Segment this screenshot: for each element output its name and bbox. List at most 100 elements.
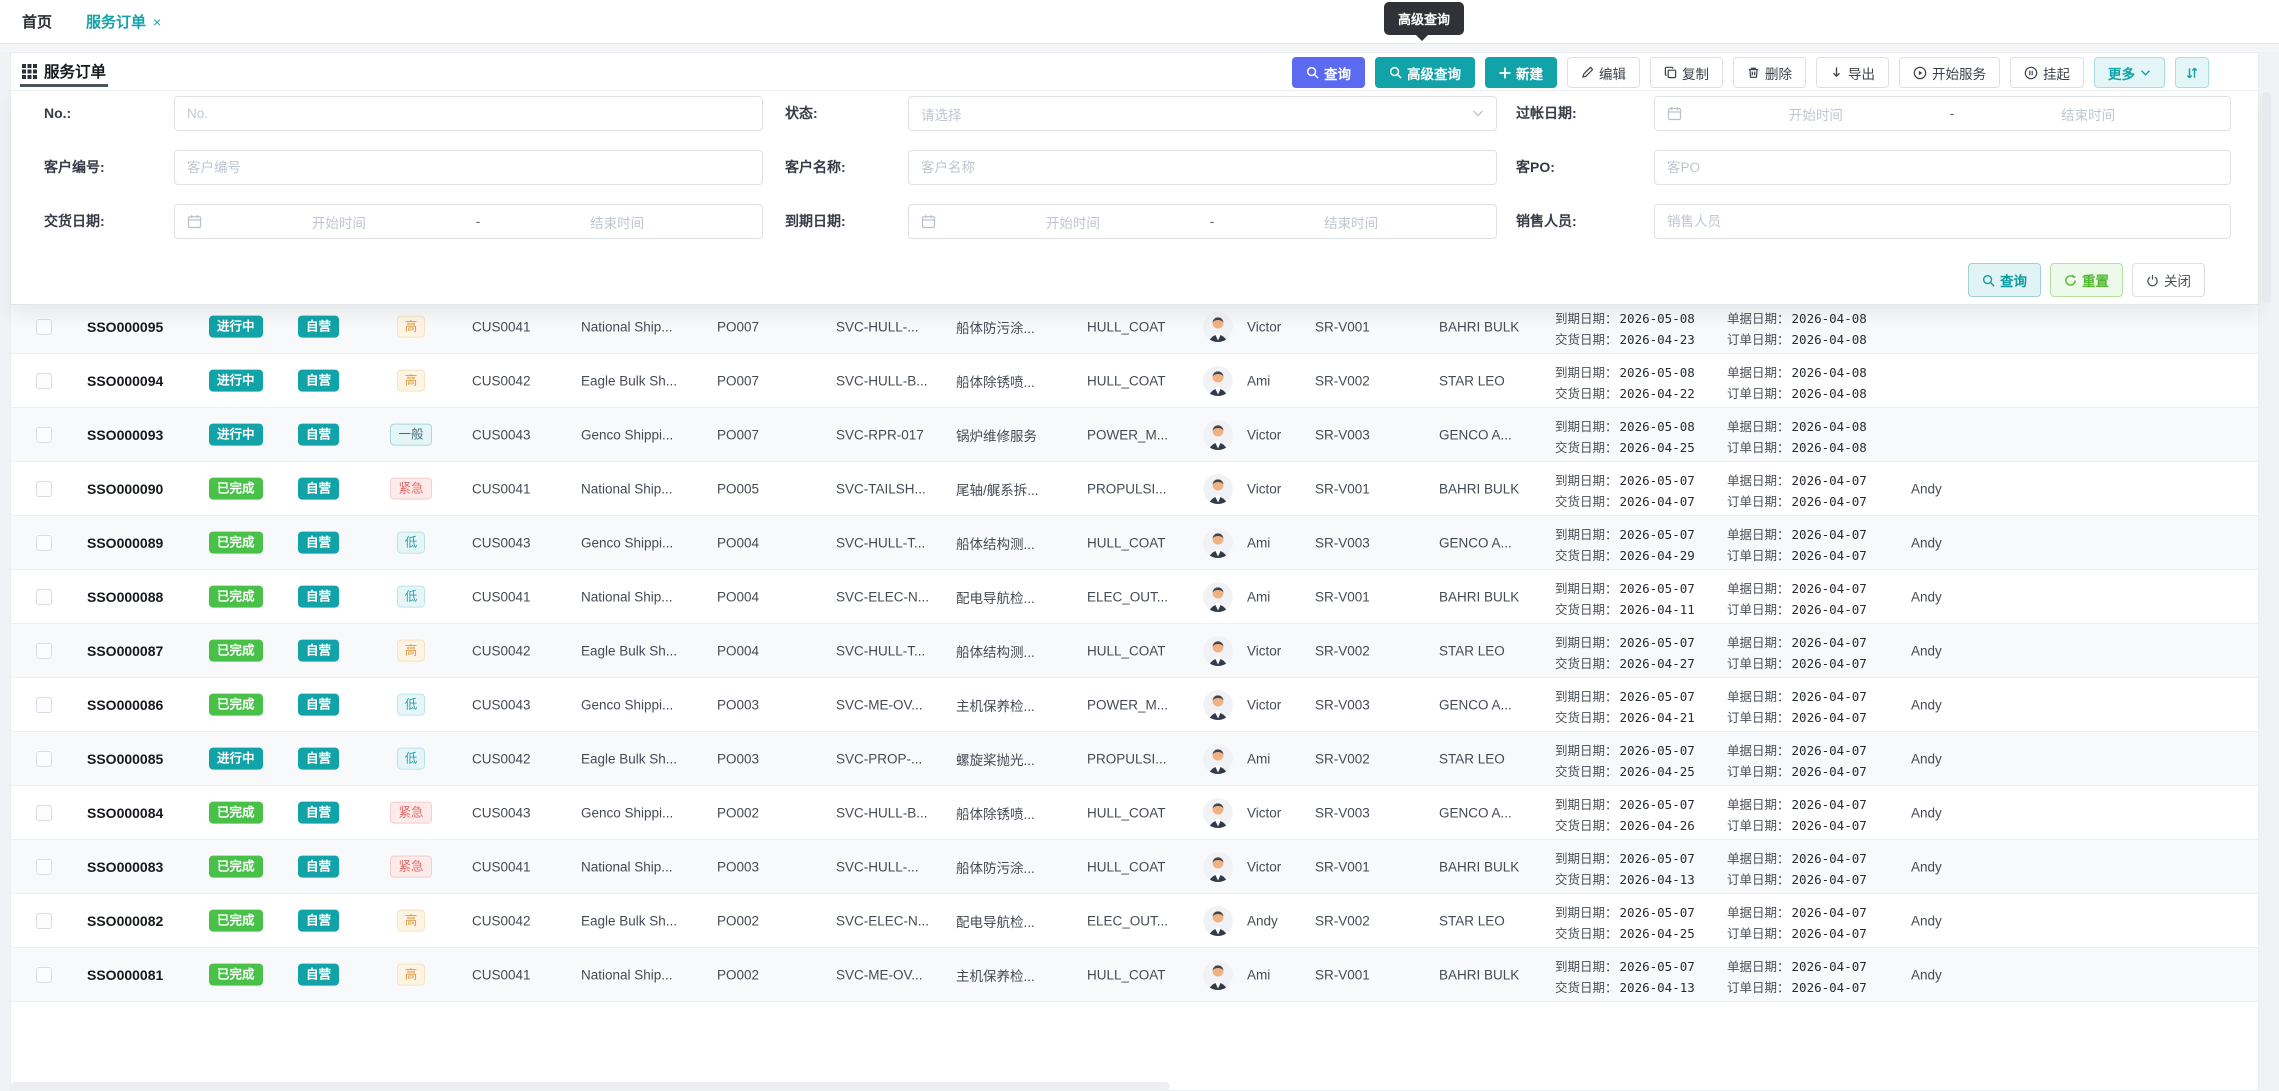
export-button[interactable]: 导出	[1816, 57, 1889, 88]
row-checkbox[interactable]	[36, 643, 52, 659]
customer-name: National Ship...	[581, 859, 673, 874]
table-row[interactable]: SSO000086 已完成 自营 低 CUS0043 Genco Shippi.…	[11, 678, 2258, 732]
channel-badge: 自营	[298, 477, 339, 500]
service-code: SVC-HULL-B...	[836, 805, 928, 820]
row-checkbox[interactable]	[36, 373, 52, 389]
row-checkbox[interactable]	[36, 805, 52, 821]
posting-start-placeholder[interactable]: 开始时间	[1686, 104, 1946, 124]
row-checkbox[interactable]	[36, 319, 52, 335]
table-row[interactable]: SSO000085 进行中 自营 低 CUS0042 Eagle Bulk Sh…	[11, 732, 2258, 786]
no-input[interactable]	[174, 96, 763, 131]
customer-name: Eagle Bulk Sh...	[581, 643, 677, 658]
delivery-start-placeholder[interactable]: 开始时间	[206, 212, 472, 232]
delivery-date-line: 交货日期：2026-04-07	[1555, 491, 1695, 510]
posting-date-range[interactable]: 开始时间 - 结束时间	[1654, 96, 2231, 131]
table-row[interactable]: SSO000082 已完成 自营 高 CUS0042 Eagle Bulk Sh…	[11, 894, 2258, 948]
table-row[interactable]: SSO000083 已完成 自营 紧急 CUS0041 National Shi…	[11, 840, 2258, 894]
new-button[interactable]: 新建	[1485, 57, 1557, 88]
row-checkbox[interactable]	[36, 913, 52, 929]
delete-button[interactable]: 删除	[1733, 57, 1806, 88]
delivery-date-range[interactable]: 开始时间 - 结束时间	[174, 204, 763, 239]
due-date-line: 到期日期：2026-05-07	[1555, 686, 1695, 705]
customer-code: CUS0042	[472, 913, 531, 928]
assignee-name: Andy	[1247, 913, 1278, 928]
horizontal-scrollbar[interactable]	[10, 1082, 1170, 1091]
priority-badge: 紧急	[390, 477, 431, 500]
edit-button[interactable]: 编辑	[1567, 57, 1640, 88]
customer-po: PO007	[717, 319, 759, 334]
customer-code: CUS0041	[472, 859, 531, 874]
suspend-button[interactable]: 挂起	[2010, 57, 2084, 88]
status-badge: 进行中	[209, 315, 263, 338]
doc-date-line: 单据日期：2026-04-07	[1727, 686, 1867, 705]
table-row[interactable]: SSO000084 已完成 自营 紧急 CUS0043 Genco Shippi…	[11, 786, 2258, 840]
panel-query-button[interactable]: 查询	[1968, 263, 2041, 297]
customer-po: PO005	[717, 481, 759, 496]
doc-date-line: 单据日期：2026-04-07	[1727, 902, 1867, 921]
table-row[interactable]: SSO000081 已完成 自营 高 CUS0041 National Ship…	[11, 948, 2258, 1002]
calendar-icon	[187, 214, 202, 229]
sr-code: SR-V001	[1315, 589, 1370, 604]
tab-home[interactable]: 首页	[22, 11, 52, 32]
customer-name: Genco Shippi...	[581, 535, 673, 550]
row-checkbox[interactable]	[36, 967, 52, 983]
customer-name-label: 客户名称:	[785, 150, 846, 185]
vertical-scrollbar[interactable]	[2262, 92, 2271, 303]
customer-po-input[interactable]	[1654, 150, 2231, 185]
service-code: SVC-PROP-...	[836, 751, 922, 766]
sort-toggle-button[interactable]	[2175, 57, 2209, 88]
delivery-date-line: 交货日期：2026-04-25	[1555, 761, 1695, 780]
row-checkbox[interactable]	[36, 427, 52, 443]
ship-name: BAHRI BULK	[1439, 589, 1519, 604]
doc-date-line: 单据日期：2026-04-07	[1727, 794, 1867, 813]
table-row[interactable]: SSO000093 进行中 自营 一般 CUS0043 Genco Shippi…	[11, 408, 2258, 462]
row-checkbox[interactable]	[36, 697, 52, 713]
table-row[interactable]: SSO000087 已完成 自营 高 CUS0042 Eagle Bulk Sh…	[11, 624, 2258, 678]
start-service-button[interactable]: 开始服务	[1899, 57, 2000, 88]
customer-name-input[interactable]	[908, 150, 1497, 185]
customer-name: National Ship...	[581, 481, 673, 496]
assignee-name: Victor	[1247, 859, 1281, 874]
due-date-range[interactable]: 开始时间 - 结束时间	[908, 204, 1497, 239]
table-row[interactable]: SSO000095 进行中 自营 高 CUS0041 National Ship…	[11, 300, 2258, 354]
delivery-end-placeholder[interactable]: 结束时间	[484, 212, 750, 232]
status-badge: 已完成	[209, 585, 263, 608]
row-checkbox[interactable]	[36, 751, 52, 767]
sales-input[interactable]	[1654, 204, 2231, 239]
query-button[interactable]: 查询	[1292, 57, 1365, 88]
posting-end-placeholder[interactable]: 结束时间	[1958, 104, 2218, 124]
new-button-label: 新建	[1516, 63, 1543, 83]
row-checkbox[interactable]	[36, 535, 52, 551]
avatar	[1203, 420, 1233, 450]
priority-badge: 高	[397, 639, 426, 662]
delivery-date-line: 交货日期：2026-04-29	[1555, 545, 1695, 564]
calendar-icon	[1667, 106, 1682, 121]
customer-code-input[interactable]	[174, 150, 763, 185]
copy-button[interactable]: 复制	[1650, 57, 1723, 88]
status-select[interactable]: 请选择	[908, 96, 1497, 131]
power-icon	[2146, 274, 2159, 287]
due-date-line: 到期日期：2026-05-08	[1555, 416, 1695, 435]
more-button[interactable]: 更多	[2094, 57, 2165, 88]
tab-service-orders[interactable]: 服务订单 ×	[86, 11, 161, 32]
due-end-placeholder[interactable]: 结束时间	[1218, 212, 1484, 232]
row-checkbox[interactable]	[36, 481, 52, 497]
table-row[interactable]: SSO000094 进行中 自营 高 CUS0042 Eagle Bulk Sh…	[11, 354, 2258, 408]
close-icon[interactable]: ×	[153, 14, 161, 30]
row-checkbox[interactable]	[36, 589, 52, 605]
person-avatar-icon	[1203, 636, 1233, 666]
panel-reset-button[interactable]: 重置	[2050, 263, 2123, 297]
table-row[interactable]: SSO000090 已完成 自营 紧急 CUS0041 National Shi…	[11, 462, 2258, 516]
tab-service-orders-label: 服务订单	[86, 11, 146, 32]
delete-button-label: 删除	[1765, 63, 1792, 83]
panel-close-button[interactable]: 关闭	[2132, 263, 2205, 297]
table-row[interactable]: SSO000089 已完成 自营 低 CUS0043 Genco Shippi.…	[11, 516, 2258, 570]
delivery-date-line: 交货日期：2026-04-11	[1555, 599, 1695, 618]
due-date-line: 到期日期：2026-05-07	[1555, 578, 1695, 597]
advanced-query-button[interactable]: 高级查询	[1375, 57, 1475, 88]
table-row[interactable]: SSO000088 已完成 自营 低 CUS0041 National Ship…	[11, 570, 2258, 624]
row-checkbox[interactable]	[36, 859, 52, 875]
due-start-placeholder[interactable]: 开始时间	[940, 212, 1206, 232]
customer-po: PO003	[717, 859, 759, 874]
order-no: SSO000084	[87, 805, 163, 821]
